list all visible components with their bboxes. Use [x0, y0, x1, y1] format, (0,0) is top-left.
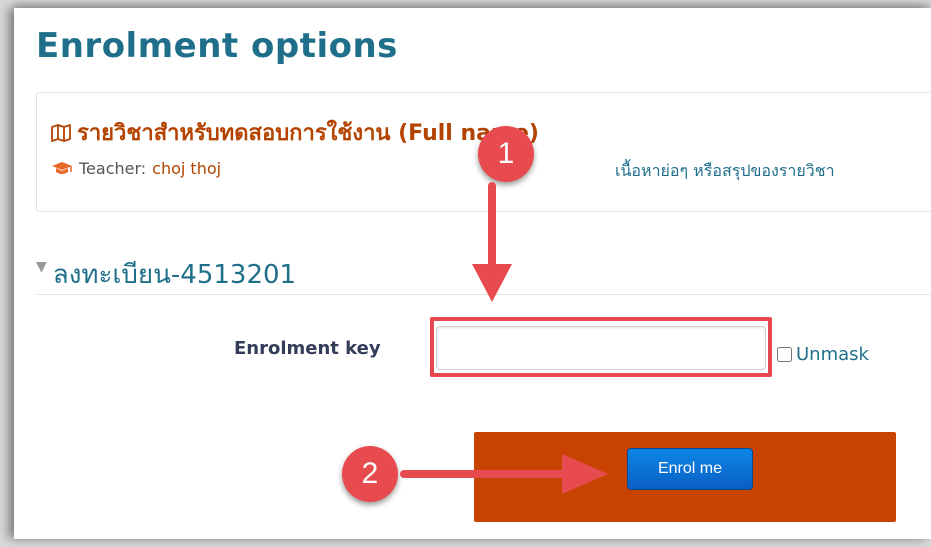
enrol-me-button[interactable]: Enrol me: [627, 448, 753, 490]
collapse-caret-icon[interactable]: ▼: [36, 259, 47, 275]
enrolment-key-label: Enrolment key: [234, 338, 381, 359]
enrolment-page: Enrolment options รายวิชาสำหรับทดสอบการใ…: [14, 8, 931, 539]
step-badge-2: 2: [342, 446, 398, 502]
annotation-highlight-box: [430, 317, 772, 377]
section-title[interactable]: ลงทะเบียน-4513201: [53, 254, 296, 295]
enrolment-section-header[interactable]: ▼ ลงทะเบียน-4513201: [36, 254, 296, 295]
teacher-label: Teacher:: [79, 159, 147, 178]
page-title: Enrolment options: [36, 26, 398, 66]
step-badge-1: 1: [478, 126, 534, 182]
map-icon: [51, 123, 71, 142]
unmask-label: Unmask: [796, 344, 869, 365]
course-name-label[interactable]: รายวิชาสำหรับทดสอบการใช้งาน (Full name): [77, 115, 539, 150]
graduation-cap-icon: [52, 161, 72, 174]
unmask-checkbox[interactable]: [777, 347, 792, 362]
teacher-row: Teacher: choj thoj: [51, 159, 221, 178]
course-name[interactable]: รายวิชาสำหรับทดสอบการใช้งาน (Full name): [51, 115, 539, 150]
teacher-name-link[interactable]: choj thoj: [152, 159, 221, 178]
course-summary: เนื้อหาย่อๆ หรือสรุปของรายวิชา: [615, 161, 835, 180]
section-divider: [36, 294, 931, 295]
unmask-toggle[interactable]: Unmask: [777, 344, 869, 365]
